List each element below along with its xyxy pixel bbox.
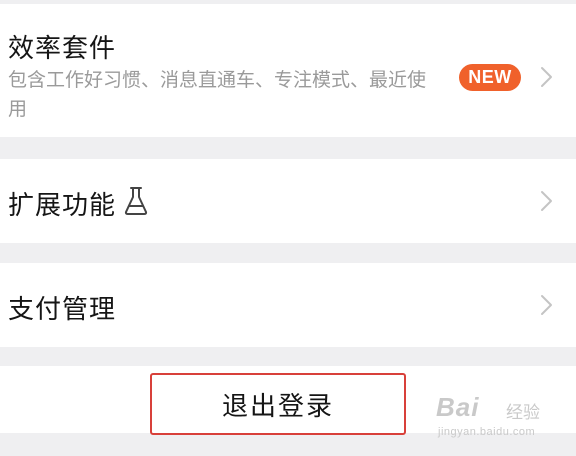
watermark-url: jingyan.baidu.com [438,426,536,438]
logout-button[interactable]: 退出登录 [150,373,406,435]
payment-row[interactable]: 支付管理 [0,263,576,347]
chevron-right-icon [540,294,554,316]
chevron-right-icon [540,190,554,212]
watermark-sub: 经验 [506,403,540,422]
logout-label: 退出登录 [221,391,334,422]
efficiency-suite-row[interactable]: 效率套件 包含工作好习惯、消息直通车、专注模式、最近使用 NEW [0,4,576,137]
flask-icon [124,186,148,216]
payment-title: 支付管理 [8,295,117,325]
efficiency-suite-description: 包含工作好习惯、消息直通车、专注模式、最近使用 [8,69,427,120]
watermark-brand: Bai [436,392,480,422]
extensions-row[interactable]: 扩展功能 [0,159,576,243]
chevron-right-icon [540,66,554,88]
extensions-title: 扩展功能 [8,191,117,221]
baidu-watermark: Bai 经验 jingyan.baidu.com [436,392,566,442]
new-badge: NEW [459,64,521,91]
efficiency-suite-title: 效率套件 [8,34,117,64]
